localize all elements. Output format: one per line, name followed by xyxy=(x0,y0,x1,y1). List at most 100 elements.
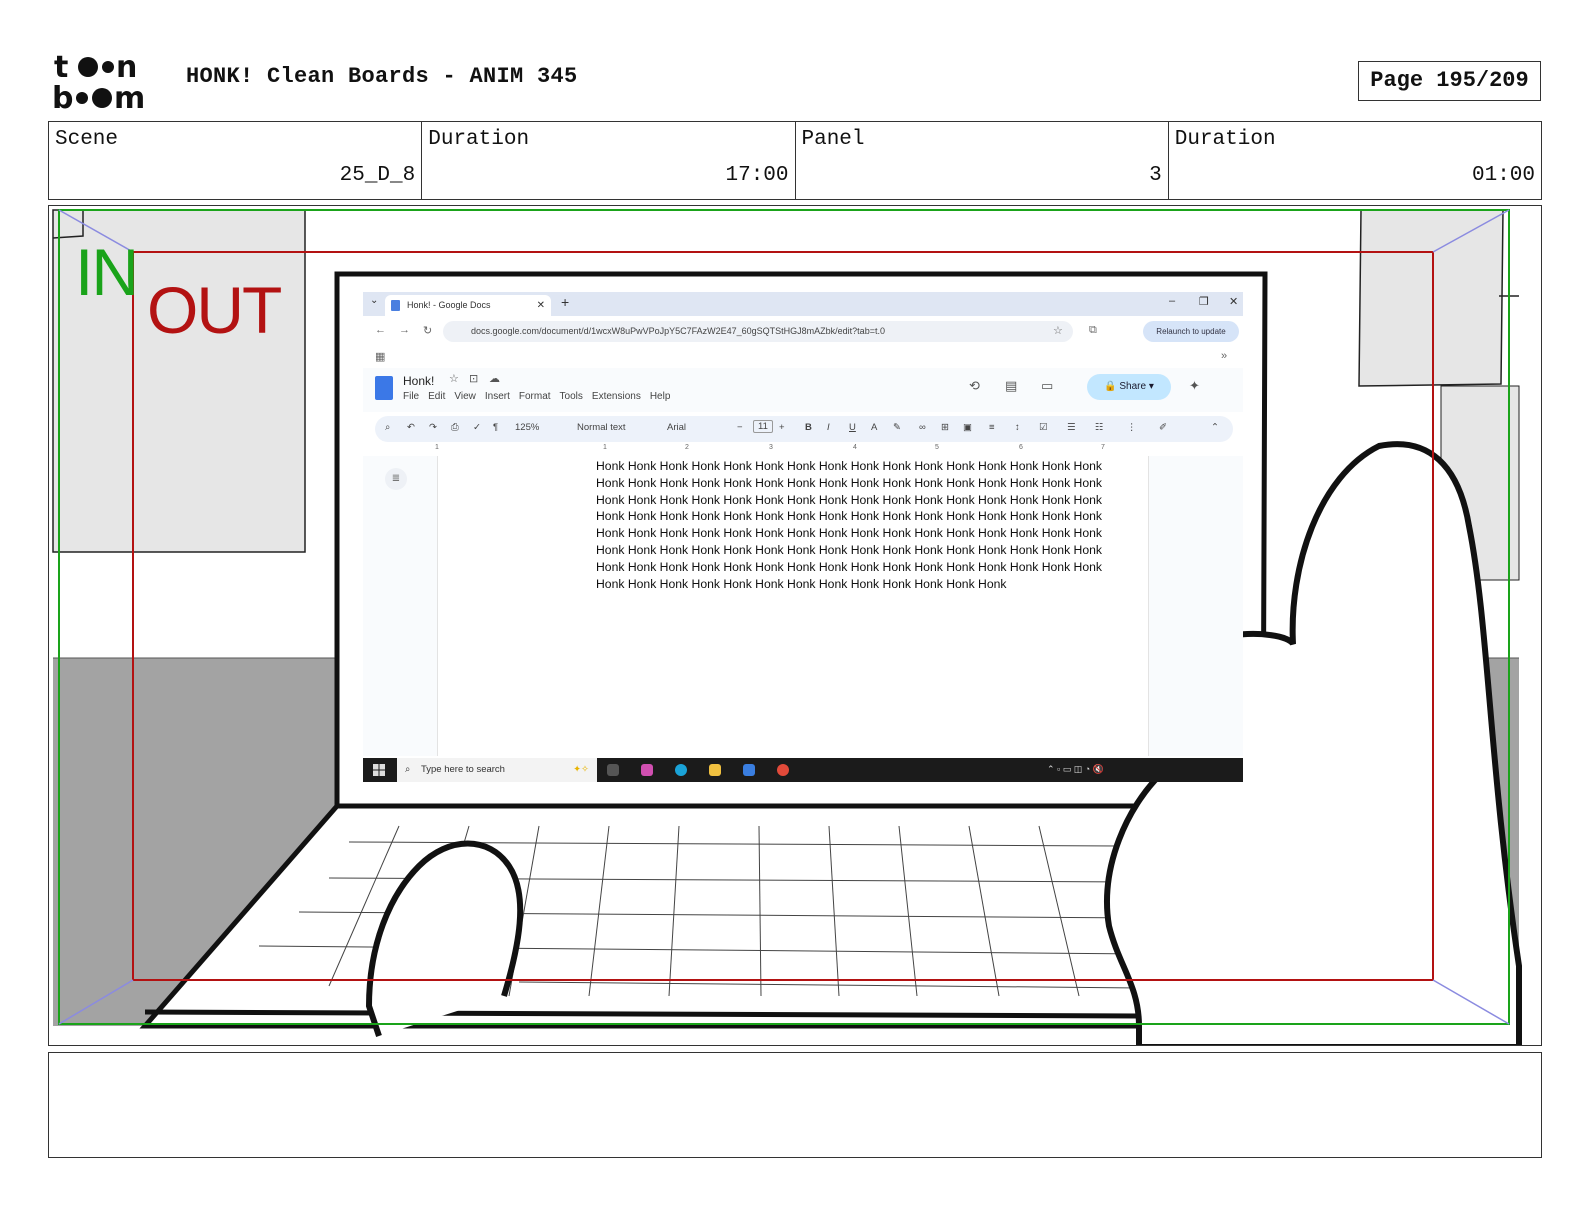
print-icon[interactable]: ⎙ xyxy=(451,422,459,433)
search-menus-icon[interactable]: ⌕ xyxy=(385,422,390,433)
apps-grid-icon[interactable]: ▦ xyxy=(375,350,385,363)
editing-mode-icon[interactable]: ✐ xyxy=(1159,422,1167,433)
share-label: Share xyxy=(1119,381,1147,392)
store-icon[interactable] xyxy=(743,764,755,776)
board-title: HONK! Clean Boards - ANIM 345 xyxy=(186,64,578,89)
copilot-icon[interactable] xyxy=(641,764,653,776)
chrome-icon[interactable] xyxy=(777,764,789,776)
svg-text:m: m xyxy=(114,81,145,112)
meet-icon[interactable]: ▭ xyxy=(1041,378,1053,394)
document-body[interactable]: Honk Honk Honk Honk Honk Honk Honk Honk … xyxy=(596,458,1136,592)
system-tray-icons[interactable]: ⌃ ▫ ▭ ◫ ◔ 🔇 xyxy=(1047,764,1104,775)
ruler-mark: 3 xyxy=(769,444,773,451)
back-icon[interactable]: ← xyxy=(375,324,386,336)
link-icon[interactable]: ∞ xyxy=(919,422,926,433)
highlight-icon[interactable]: ✎ xyxy=(893,422,901,433)
menu-edit[interactable]: Edit xyxy=(428,391,445,402)
font-size-decrease-icon[interactable]: − xyxy=(737,422,743,433)
move-folder-icon[interactable]: ⊡ xyxy=(469,372,478,385)
menu-tools[interactable]: Tools xyxy=(560,391,583,402)
redo-icon[interactable]: ↷ xyxy=(429,422,437,433)
ruler-mark: 7 xyxy=(1101,444,1105,451)
ruler-mark: 4 xyxy=(853,444,857,451)
more-options-icon[interactable]: ⋮ xyxy=(1127,422,1137,433)
file-explorer-icon[interactable] xyxy=(709,764,721,776)
docs-tab-icon xyxy=(391,300,400,311)
url-field[interactable]: docs.google.com/document/d/1wcxW8uPwVPoJ… xyxy=(443,321,1073,342)
document-text-line: Honk Honk Honk Honk Honk Honk Honk Honk … xyxy=(596,576,1007,591)
document-text-line: Honk Honk Honk Honk Honk Honk Honk Honk … xyxy=(596,475,1103,490)
toon-boom-logo: t n b m xyxy=(52,50,145,112)
collapse-toolbar-icon[interactable]: ⌃ xyxy=(1211,422,1219,433)
italic-icon[interactable]: I xyxy=(827,422,830,433)
gemini-sparkle-icon[interactable]: ✦ xyxy=(1189,378,1200,394)
taskbar-search-icon: ⌕ xyxy=(405,764,411,775)
panel-label: Panel xyxy=(801,128,865,151)
document-text-line: Honk Honk Honk Honk Honk Honk Honk Honk … xyxy=(596,509,1103,524)
undo-icon[interactable]: ↶ xyxy=(407,422,415,433)
scene-duration-label: Duration xyxy=(428,128,530,151)
style-select[interactable]: Normal text xyxy=(577,422,626,433)
info-row: Scene 25_D_8 Duration 17:00 Panel 3 Dura… xyxy=(48,121,1542,200)
google-docs-logo-icon[interactable] xyxy=(375,376,393,400)
browser-tab[interactable]: Honk! - Google Docs ✕ xyxy=(385,295,551,316)
new-tab-icon[interactable]: + xyxy=(561,294,569,310)
menu-extensions[interactable]: Extensions xyxy=(592,391,641,402)
windows-taskbar: ⌕ Type here to search ✦✧ ⌃ ▫ ▭ ◫ ◔ 🔇 xyxy=(363,758,1243,782)
numbered-list-icon[interactable]: ☷ xyxy=(1095,422,1104,433)
ruler-mark: 1 xyxy=(435,444,439,451)
svg-text:t: t xyxy=(54,50,68,85)
tab-list-chevron-icon[interactable]: ⌄ xyxy=(370,295,378,306)
address-bar-row: ← → ↻ docs.google.com/document/d/1wcxW8u… xyxy=(363,316,1243,346)
bullet-list-icon[interactable]: ☰ xyxy=(1067,422,1076,433)
document-page[interactable]: Honk Honk Honk Honk Honk Honk Honk Honk … xyxy=(437,456,1149,756)
menu-view[interactable]: View xyxy=(454,391,476,402)
more-bookmarks-icon[interactable]: » xyxy=(1221,350,1227,362)
version-history-icon[interactable]: ⟲ xyxy=(969,378,980,394)
paint-format-icon[interactable]: ¶ xyxy=(493,422,498,433)
spellcheck-icon[interactable]: ✓ xyxy=(473,422,481,433)
underline-icon[interactable]: U xyxy=(849,422,856,433)
align-icon[interactable]: ≡ xyxy=(989,422,995,433)
text-color-icon[interactable]: A xyxy=(871,422,877,433)
font-select[interactable]: Arial xyxy=(667,422,686,433)
menu-help[interactable]: Help xyxy=(650,391,671,402)
document-outline-icon[interactable]: ≣ xyxy=(385,468,407,490)
task-view-icon[interactable] xyxy=(607,764,619,776)
relaunch-button[interactable]: Relaunch to update xyxy=(1143,321,1239,342)
menu-format[interactable]: Format xyxy=(519,391,551,402)
zoom-select[interactable]: 125% xyxy=(515,422,539,433)
document-text-line: Honk Honk Honk Honk Honk Honk Honk Honk … xyxy=(596,492,1103,507)
safe-frame-out-label: OUT xyxy=(147,273,282,347)
document-text-line: Honk Honk Honk Honk Honk Honk Honk Honk … xyxy=(596,559,1103,574)
menu-file[interactable]: File xyxy=(403,391,419,402)
edge-icon[interactable] xyxy=(675,764,687,776)
checklist-icon[interactable]: ☑ xyxy=(1039,422,1048,433)
font-size-field[interactable]: 11 xyxy=(753,420,773,433)
close-window-icon[interactable]: ✕ xyxy=(1229,295,1238,308)
share-button[interactable]: 🔒 Share ▾ xyxy=(1087,374,1171,400)
tab-title: Honk! - Google Docs xyxy=(407,300,491,310)
bold-icon[interactable]: B xyxy=(805,422,812,433)
extensions-icon[interactable]: ⧉ xyxy=(1089,324,1097,337)
document-title[interactable]: Honk! xyxy=(403,374,434,388)
restore-icon[interactable]: ❐ xyxy=(1199,295,1209,308)
comments-icon[interactable]: ▤ xyxy=(1005,378,1017,394)
font-size-increase-icon[interactable]: + xyxy=(779,422,785,433)
add-comment-icon[interactable]: ⊞ xyxy=(941,422,949,433)
svg-text:b: b xyxy=(52,81,73,112)
minimize-icon[interactable]: – xyxy=(1169,295,1175,307)
windows-start-icon[interactable] xyxy=(373,764,385,776)
star-icon[interactable]: ☆ xyxy=(449,372,459,385)
ruler-mark: 6 xyxy=(1019,444,1023,451)
menu-insert[interactable]: Insert xyxy=(485,391,510,402)
line-spacing-icon[interactable]: ↕ xyxy=(1015,422,1020,433)
insert-image-icon[interactable]: ▣ xyxy=(963,422,972,433)
bookmark-star-icon[interactable]: ☆ xyxy=(1053,324,1063,337)
taskbar-search-field[interactable]: ⌕ Type here to search ✦✧ xyxy=(397,758,597,782)
scene-label: Scene xyxy=(55,128,119,151)
reload-icon[interactable]: ↻ xyxy=(423,324,432,337)
forward-icon[interactable]: → xyxy=(399,324,410,336)
close-tab-icon[interactable]: ✕ xyxy=(537,295,545,316)
svg-text:n: n xyxy=(116,50,137,85)
